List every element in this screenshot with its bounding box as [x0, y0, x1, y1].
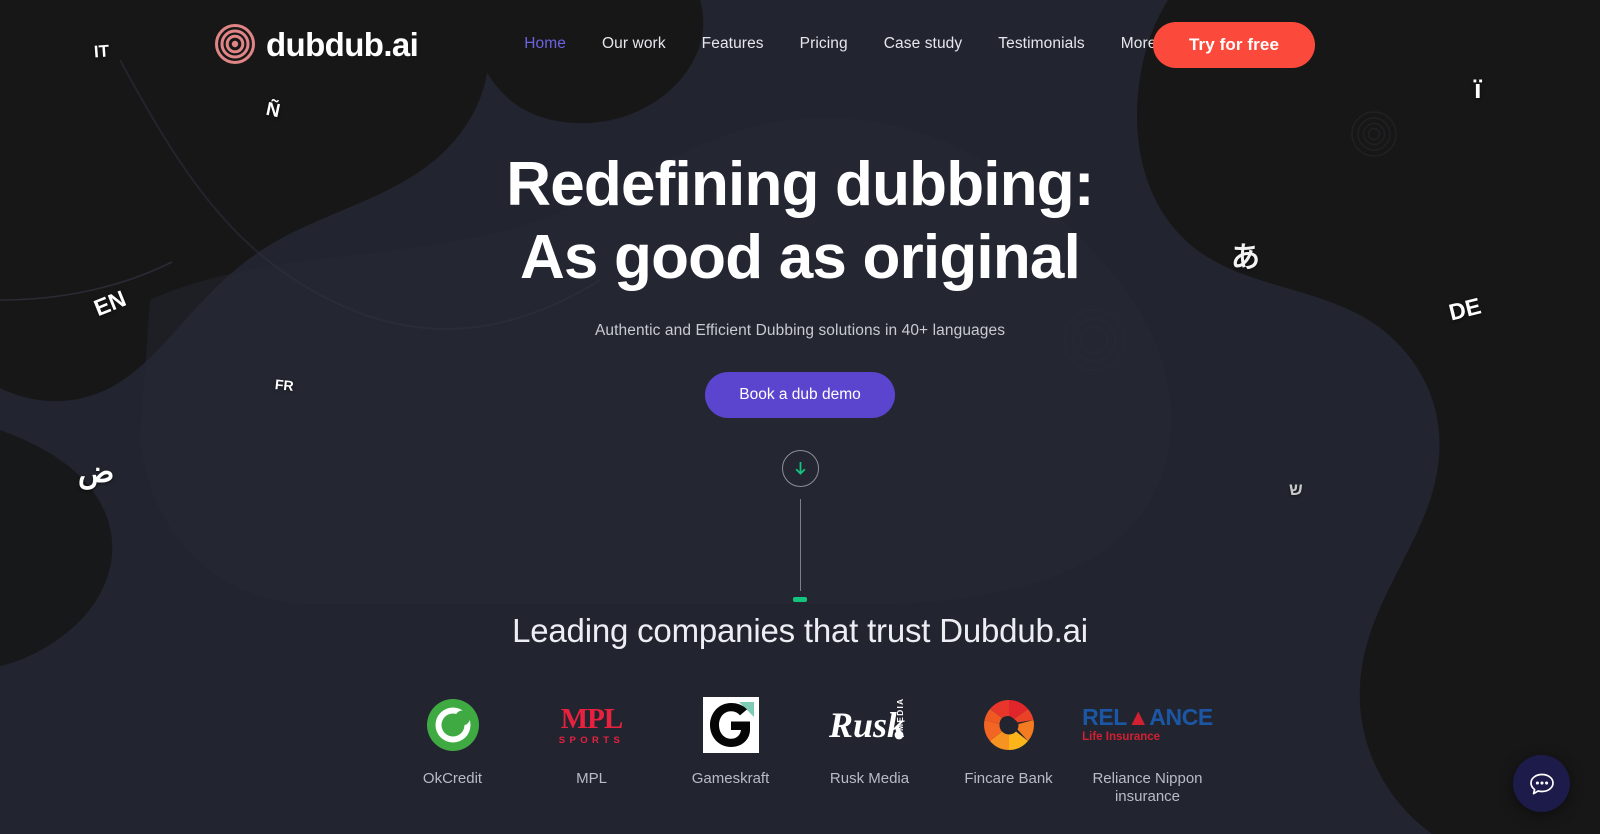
rusk-media-logo: Rusk MEDIA: [829, 699, 905, 745]
reliance-wordmark: REL▲ANCE: [1082, 704, 1213, 731]
svg-text:MEDIA: MEDIA: [895, 699, 905, 731]
hero-title-line-1: Redefining dubbing:: [506, 150, 1094, 219]
nav-item-home[interactable]: Home: [506, 29, 584, 59]
okcredit-logo: [426, 694, 480, 756]
company-logo-item[interactable]: Rusk MEDIA Rusk Media: [800, 694, 939, 788]
fincare-bank-logo: [983, 700, 1034, 750]
scroll-down-button[interactable]: [781, 450, 819, 487]
hero-subtitle: Authentic and Efficient Dubbing solution…: [594, 322, 1006, 340]
company-logo-label: OkCredit: [422, 770, 483, 787]
brand-logo[interactable]: dubdub.ai: [214, 23, 419, 65]
nav-item-pricing[interactable]: Pricing: [782, 29, 866, 59]
gameskraft-logo: [702, 694, 759, 756]
site-header: dubdub.ai Home Our work Features Pricing Cas…: [0, 0, 1600, 88]
page-root: IT Ñ EN FR ض ï あ DE ש dubdub.ai Home Our work Feat…: [0, 0, 1600, 834]
brand-name: dubdub.ai: [266, 25, 419, 63]
reliance-logo: REL▲ANCE Life Insurance: [1082, 706, 1213, 744]
scroll-track-line: [799, 499, 801, 591]
scroll-progress-dash: [793, 597, 807, 602]
nav-item-our-work[interactable]: Our work: [584, 29, 684, 59]
book-a-dub-demo-button[interactable]: Book a dub demo: [705, 372, 895, 419]
reliance-tagline: Life Insurance: [1082, 731, 1161, 744]
company-logo-label: Fincare Bank: [964, 770, 1053, 787]
try-for-free-button[interactable]: Try for free: [1152, 22, 1315, 68]
concentric-target-icon: [215, 24, 255, 64]
reliance-logo: REL▲ANCE Life Insurance: [1082, 694, 1213, 756]
trusted-companies-section: Leading companies that trust Dubdub.ai O…: [0, 612, 1600, 805]
main-navigation: Home Our work Features Pricing Case study Tes…: [506, 29, 1174, 59]
scroll-indicator: [0, 450, 1600, 602]
company-logo-label: MPL: [576, 770, 607, 787]
chat-bubble-icon: [1529, 773, 1554, 794]
nav-item-features[interactable]: Features: [684, 29, 782, 59]
nav-item-case-study[interactable]: Case study: [866, 29, 981, 59]
company-logo-item[interactable]: MPL SPORTS MPL: [522, 694, 661, 788]
company-logo-row: OkCredit MPL SPORTS MPL Gameskraft Rusk …: [0, 694, 1600, 805]
chat-widget-button[interactable]: [1513, 755, 1570, 812]
mpl-wordmark: MPL: [560, 702, 623, 735]
mpl-sports-logo: MPL SPORTS: [558, 702, 625, 746]
trusted-companies-title: Leading companies that trust Dubdub.ai: [512, 612, 1088, 649]
company-logo-label: Rusk Media: [829, 770, 910, 787]
company-logo-label: Gameskraft: [691, 770, 770, 787]
company-logo-item[interactable]: Gameskraft: [661, 694, 800, 788]
svg-text:Rusk: Rusk: [829, 705, 905, 745]
rusk-media-logo: Rusk MEDIA: [829, 694, 911, 756]
gameskraft-logo: [702, 697, 759, 753]
arrow-down-icon: [795, 462, 805, 475]
company-logo-label: Reliance Nippon insurance: [1092, 770, 1203, 805]
hero-title-line-2: As good as original: [519, 223, 1081, 293]
mpl-sports-logo: MPL SPORTS: [559, 694, 624, 756]
company-logo-item[interactable]: OkCredit: [383, 694, 522, 788]
okcredit-logo: [426, 699, 479, 751]
company-logo-item[interactable]: REL▲ANCE Life Insurance Reliance Nippon …: [1078, 694, 1217, 805]
nav-item-testimonials[interactable]: Testimonials: [980, 29, 1102, 59]
mpl-tagline: SPORTS: [558, 734, 625, 746]
page-title: Redefining dubbing: As good as original: [0, 148, 1600, 294]
fincare-bank-logo: [980, 694, 1038, 756]
company-logo-item[interactable]: Fincare Bank: [939, 694, 1078, 788]
